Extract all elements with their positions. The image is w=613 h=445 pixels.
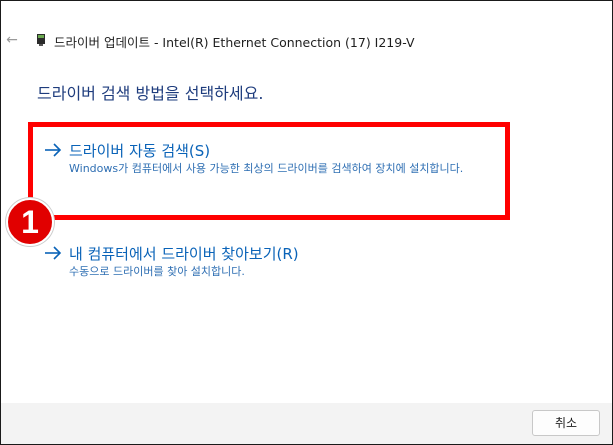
option-description: 수동으로 드라이버를 찾아 설치합니다. <box>69 265 245 278</box>
close-icon[interactable]: ✕ <box>582 0 602 1</box>
dialog-footer: 취소 <box>1 403 612 444</box>
option-title: 드라이버 자동 검색(S) <box>69 142 211 160</box>
driver-update-dialog: ✕ ← 드라이버 업데이트 - Intel(R) Ethernet Connec… <box>0 0 613 445</box>
window-title: 드라이버 업데이트 - Intel(R) Ethernet Connection… <box>54 35 415 50</box>
arrow-right-icon <box>45 246 62 260</box>
cancel-button[interactable]: 취소 <box>532 410 600 436</box>
option-description: Windows가 컴퓨터에서 사용 가능한 최상의 드라이버를 검색하여 장치에… <box>69 162 464 175</box>
arrow-right-icon <box>45 143 62 157</box>
network-adapter-icon <box>37 34 45 46</box>
step-number-badge: 1 <box>6 198 54 246</box>
browse-my-computer-option[interactable]: 내 컴퓨터에서 드라이버 찾아보기(R) 수동으로 드라이버를 찾아 설치합니다… <box>43 243 513 283</box>
search-automatically-option[interactable]: 드라이버 자동 검색(S) Windows가 컴퓨터에서 사용 가능한 최상의 … <box>43 140 513 200</box>
title-bar: ← 드라이버 업데이트 - Intel(R) Ethernet Connecti… <box>1 23 612 57</box>
back-arrow-icon[interactable]: ← <box>1 30 23 50</box>
option-title: 내 컴퓨터에서 드라이버 찾아보기(R) <box>69 245 299 263</box>
page-heading: 드라이버 검색 방법을 선택하세요. <box>37 84 264 103</box>
